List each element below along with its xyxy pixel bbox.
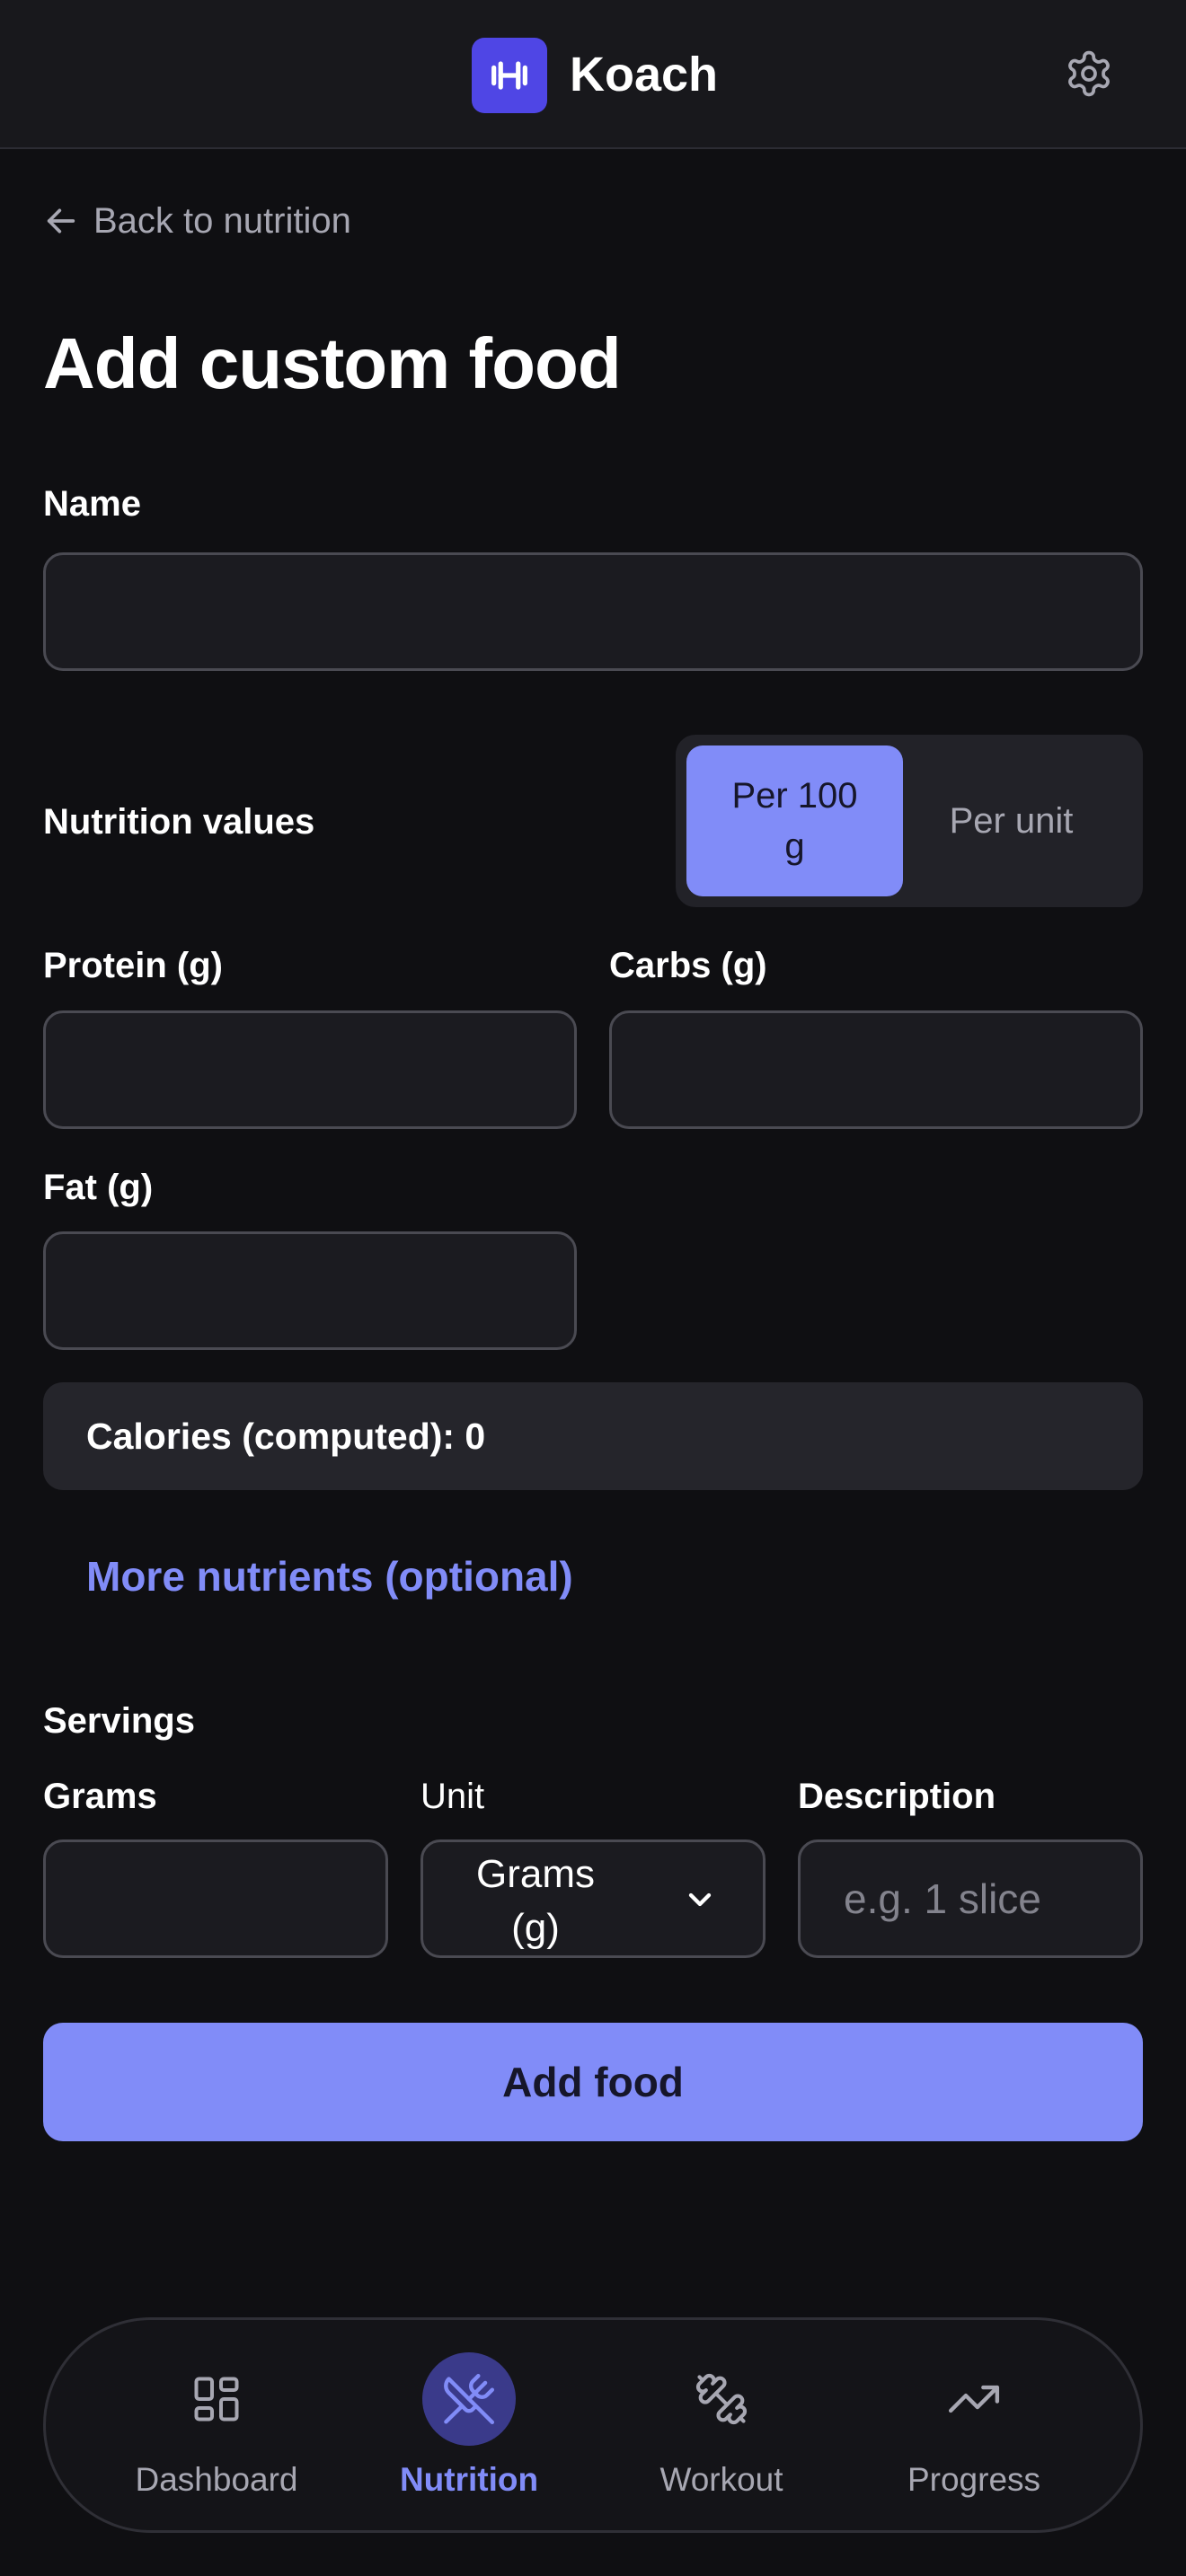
arrow-left-icon [47,208,75,234]
carbs-label: Carbs (g) [609,946,767,985]
nav-label-nutrition: Nutrition [399,2461,539,2498]
nav-item-progress[interactable]: Progress [866,2320,1082,2536]
nav-label-workout: Workout [659,2461,783,2498]
nutrition-icon-wrap [422,2352,516,2446]
description-input[interactable] [798,1839,1143,1958]
add-food-button-label: Add food [502,2059,684,2105]
per-100g-option[interactable]: Per 100 g [686,745,903,896]
fat-label: Fat (g) [43,1168,154,1207]
servings-label: Servings [43,1701,195,1741]
page-title: Add custom food [43,323,622,403]
nutrition-basis-toggle: Per 100 g Per unit [676,735,1143,907]
app-header: Koach [0,0,1186,149]
dumbbell-icon [491,61,527,90]
dumbbell-icon [695,2373,748,2425]
per-100g-label: Per 100 g [731,776,858,866]
app-brand-name: Koach [570,48,719,101]
gear-icon [1068,50,1110,97]
utensils-icon [444,2373,495,2425]
nav-label-progress: Progress [907,2461,1041,2498]
protein-input[interactable] [43,1010,577,1129]
dashboard-grid-icon [194,2377,239,2422]
unit-select-value: Grams (g) [476,1852,595,1950]
nav-label-dashboard: Dashboard [135,2461,298,2498]
app-logo[interactable] [472,38,547,113]
per-unit-label: Per unit [949,801,1074,841]
settings-button[interactable] [1060,45,1118,102]
unit-select[interactable]: Grams (g) [420,1839,766,1958]
fat-input[interactable] [43,1231,577,1350]
bottom-navigation: Dashboard Nutrition Workout Progress [43,2317,1143,2533]
dashboard-icon-wrap [170,2352,263,2446]
trending-up-icon [948,2385,1000,2413]
name-input[interactable] [43,552,1143,671]
nav-item-nutrition[interactable]: Nutrition [361,2320,577,2536]
workout-icon-wrap [675,2352,768,2446]
back-link-label: Back to nutrition [93,200,351,241]
unit-label: Unit [420,1777,485,1816]
add-custom-food-screen: Koach Back to nutrition Add custom food … [0,0,1186,2576]
protein-label: Protein (g) [43,946,223,985]
chevron-down-icon [688,1892,712,1907]
more-nutrients-toggle[interactable]: More nutrients (optional) [86,1545,573,1608]
per-unit-option[interactable]: Per unit [903,745,1120,896]
nav-item-workout[interactable]: Workout [614,2320,829,2536]
calories-computed-display: Calories (computed): 0 [43,1382,1143,1490]
grams-input[interactable] [43,1839,388,1958]
name-label: Name [43,484,141,524]
description-label: Description [798,1777,996,1816]
nutrition-values-label: Nutrition values [43,802,315,842]
nav-item-dashboard[interactable]: Dashboard [109,2320,324,2536]
calories-computed-text: Calories (computed): 0 [86,1415,486,1457]
progress-icon-wrap [927,2352,1021,2446]
carbs-input[interactable] [609,1010,1143,1129]
back-to-nutrition-link[interactable]: Back to nutrition [43,196,351,246]
add-food-button[interactable]: Add food [43,2023,1143,2141]
grams-label: Grams [43,1777,157,1816]
